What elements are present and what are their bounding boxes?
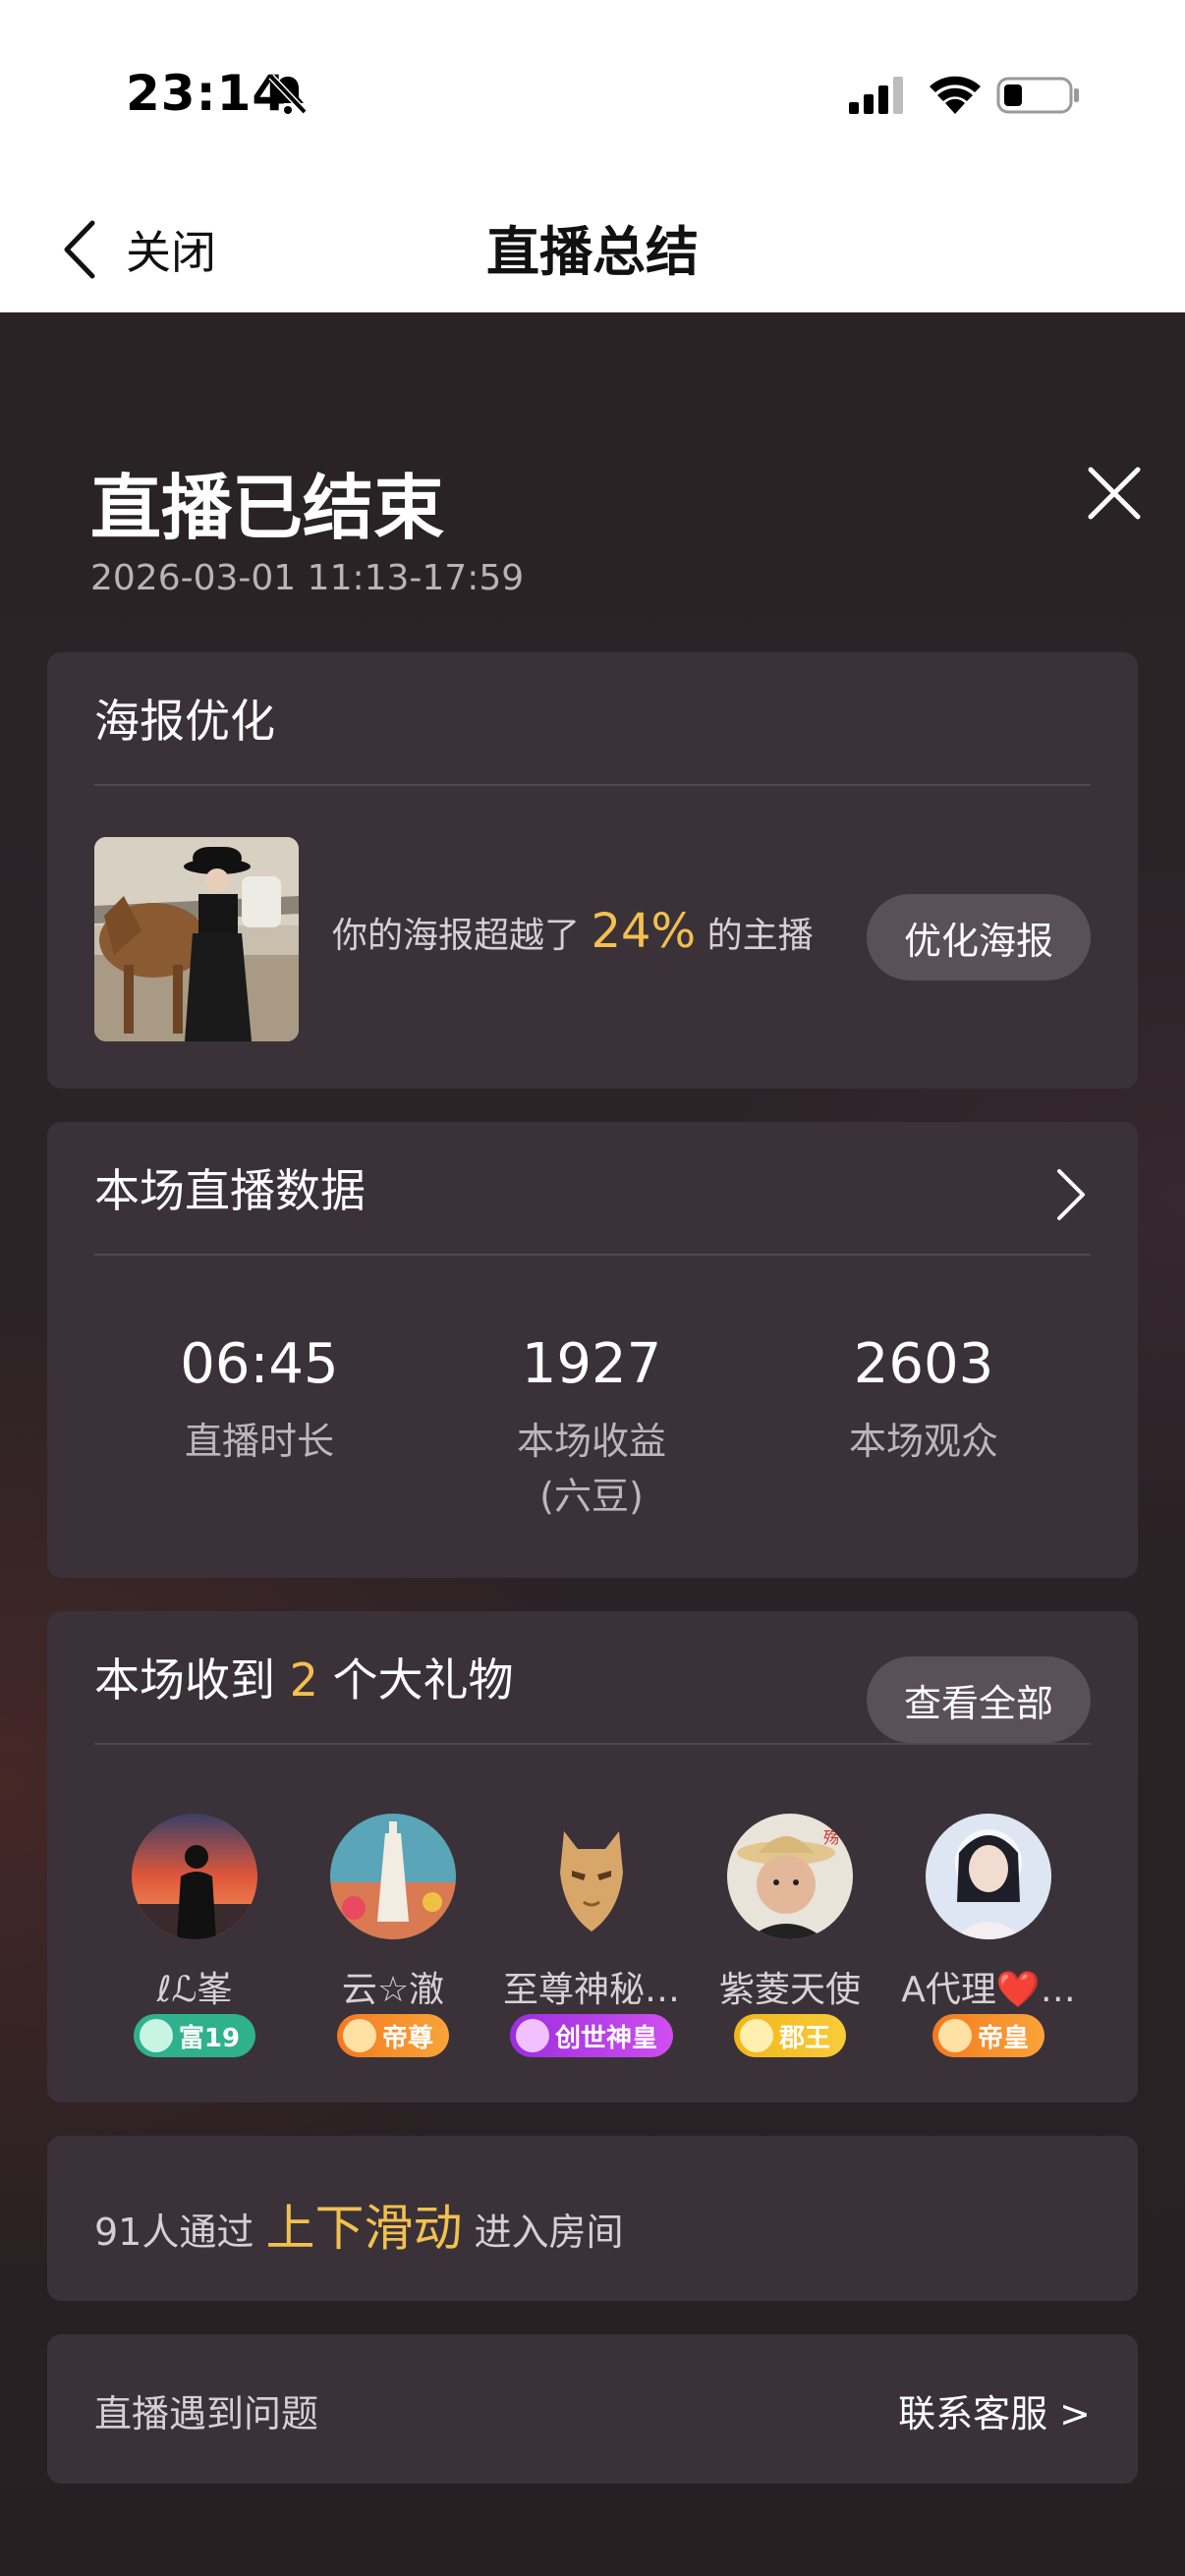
badge-label: 创世神皇 [554,2023,657,2053]
status-bar: 23:14 [0,0,1185,177]
battery-icon [996,77,1079,114]
stats-card-header[interactable]: 本场直播数据 [94,1122,1091,1256]
avatar: 殇 [727,1814,853,1939]
svg-text:殇: 殇 [823,1828,839,1847]
stats-card-title: 本场直播数据 [94,1164,366,1217]
poster-card-title: 海报优化 [94,695,275,748]
gifter-name: 紫菱天使 [718,1970,861,2010]
stat-label: 直播时长 [184,1420,334,1463]
gifter-item[interactable]: ℓℒ峯 富19 [96,1814,293,2057]
cellular-signal-icon [849,77,903,114]
swipe-text-before: 91人通过 [94,2211,254,2254]
gifter-name: A代理❤️… [901,1970,1076,2010]
level-badge: 郡王 [733,2014,846,2057]
stream-stats-card: 本场直播数据 06:45 直播时长 1927 本场收益 (六豆) 2603 本场… [47,1122,1138,1578]
gifter-item[interactable]: A代理❤️… 帝皇 [890,1814,1087,2057]
stat-duration: 06:45 直播时长 [112,1332,407,1469]
stat-viewers: 2603 本场观众 [776,1332,1071,1469]
level-badge: 帝皇 [931,2014,1044,2057]
stat-label: 本场收益 (六豆) [444,1414,739,1524]
level-badge: 创世神皇 [509,2014,673,2057]
gifter-item[interactable]: 殇 紫菱天使 郡王 [692,1814,888,2057]
bell-muted-icon [268,74,308,115]
level-badge: 富19 [133,2014,256,2057]
swipe-text-after: 进入房间 [474,2211,624,2254]
stream-time-range: 2026-03-01 11:13-17:59 [90,558,525,598]
gem-level-icon [739,2019,773,2052]
status-time: 23:14 [126,65,288,122]
rich-level-icon [139,2019,173,2052]
gifter-name: 云☆澈 [341,1970,445,2010]
poster-percent: 24% [591,904,697,959]
gifter-name: ℓℒ峯 [156,1970,233,2010]
stat-label-main: 本场收益 [516,1420,666,1463]
view-all-button[interactable]: 查看全部 [867,1656,1091,1743]
poster-text-before: 你的海报超越了 [332,916,581,956]
summary-panel: 直播已结束 2026-03-01 11:13-17:59 海报优化 你的海报超越… [0,312,1185,2576]
badge-label: 帝尊 [381,2023,433,2053]
crown-level-icon [937,2019,972,2052]
gifts-title-before: 本场收到 [94,1653,275,1707]
close-icon[interactable] [1079,458,1150,529]
gifter-item[interactable]: 云☆澈 帝尊 [295,1814,491,2057]
poster-card-header: 海报优化 [94,652,1091,786]
poster-thumbnail[interactable] [94,837,299,1041]
wifi-icon [930,76,981,114]
gifts-title-after: 个大礼物 [332,1653,514,1707]
stat-earnings: 1927 本场收益 (六豆) [444,1332,739,1524]
gifter-name: 至尊神秘… [502,1970,680,2010]
badge-label: 郡王 [778,2023,830,2053]
avatar [926,1814,1051,1939]
gifts-count: 2 [289,1653,318,1707]
support-text: 直播遇到问题 [94,2392,319,2436]
badge-label: 帝皇 [977,2023,1029,2053]
gifter-item[interactable]: 至尊神秘… 创世神皇 [493,1814,690,2057]
support-card: 直播遇到问题 联系客服 > [47,2334,1138,2484]
avatar [529,1814,654,1939]
gifts-card-title: 本场收到 2 个大礼物 [94,1645,514,1709]
crown-level-icon [342,2019,376,2052]
swipe-entry-card: 91人通过 上下滑动 进入房间 [47,2136,1138,2301]
big-gifts-card: 本场收到 2 个大礼物 查看全部 ℓℒ峯 富19 云☆澈 帝尊 至尊神秘… 创世… [47,1611,1138,2102]
stat-label-unit: (六豆) [539,1475,644,1518]
page-title: 直播总结 [486,221,699,283]
stat-value: 2603 [853,1332,994,1396]
optimize-poster-button[interactable]: 优化海报 [867,894,1091,980]
poster-text-after: 的主播 [706,916,814,956]
swipe-entry-text: 91人通过 上下滑动 进入房间 [94,2189,624,2260]
poster-card: 海报优化 你的海报超越了 24% 的主播 优化海报 [47,652,1138,1089]
stream-ended-title: 直播已结束 [90,467,445,549]
avatar [330,1814,456,1939]
level-badge: 帝尊 [336,2014,449,2057]
diamond-level-icon [515,2019,549,2052]
stat-value: 06:45 [180,1332,339,1396]
chevron-right-icon[interactable] [1051,1167,1091,1222]
poster-rank-text: 你的海报超越了 24% 的主播 [332,904,814,959]
contact-support-link[interactable]: 联系客服 > [898,2383,1091,2437]
swipe-highlight: 上下滑动 [265,2200,463,2257]
avatar [132,1814,257,1939]
badge-label: 富19 [178,2023,241,2053]
stat-value: 1927 [521,1332,662,1396]
stat-label: 本场观众 [848,1420,998,1463]
